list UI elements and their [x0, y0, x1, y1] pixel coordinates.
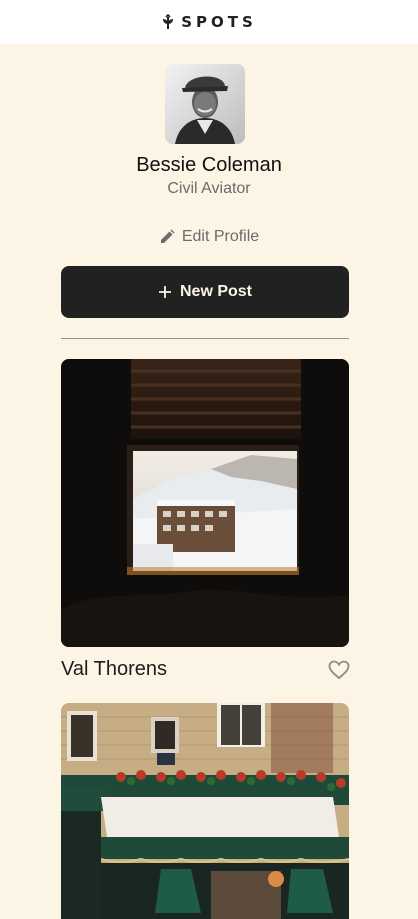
sprout-icon — [163, 14, 174, 29]
card-title: Val Thorens — [61, 658, 167, 680]
avatar — [165, 64, 245, 144]
profile-role: Civil Aviator — [167, 180, 251, 197]
spots-logo[interactable]: SPOTS — [161, 13, 257, 31]
restaurant-storefront-photo — [61, 703, 349, 919]
avatar-photo — [165, 64, 245, 144]
heart-icon — [328, 660, 350, 680]
pencil-icon — [160, 229, 175, 243]
edit-profile-label: Edit Profile — [181, 228, 260, 245]
like-button[interactable] — [328, 660, 350, 680]
section-divider — [61, 338, 349, 339]
plus-icon — [158, 286, 171, 298]
card-image[interactable] — [61, 703, 349, 919]
top-header: SPOTS — [0, 0, 418, 44]
new-post-button[interactable]: New Post — [61, 266, 349, 318]
logo-text: SPOTS — [181, 13, 257, 31]
val-thorens-photo — [61, 359, 349, 647]
new-post-label: New Post — [179, 283, 252, 300]
profile-name: Bessie Coleman — [136, 154, 282, 176]
edit-profile-button[interactable]: Edit Profile — [0, 228, 418, 246]
card-image[interactable] — [61, 359, 349, 647]
